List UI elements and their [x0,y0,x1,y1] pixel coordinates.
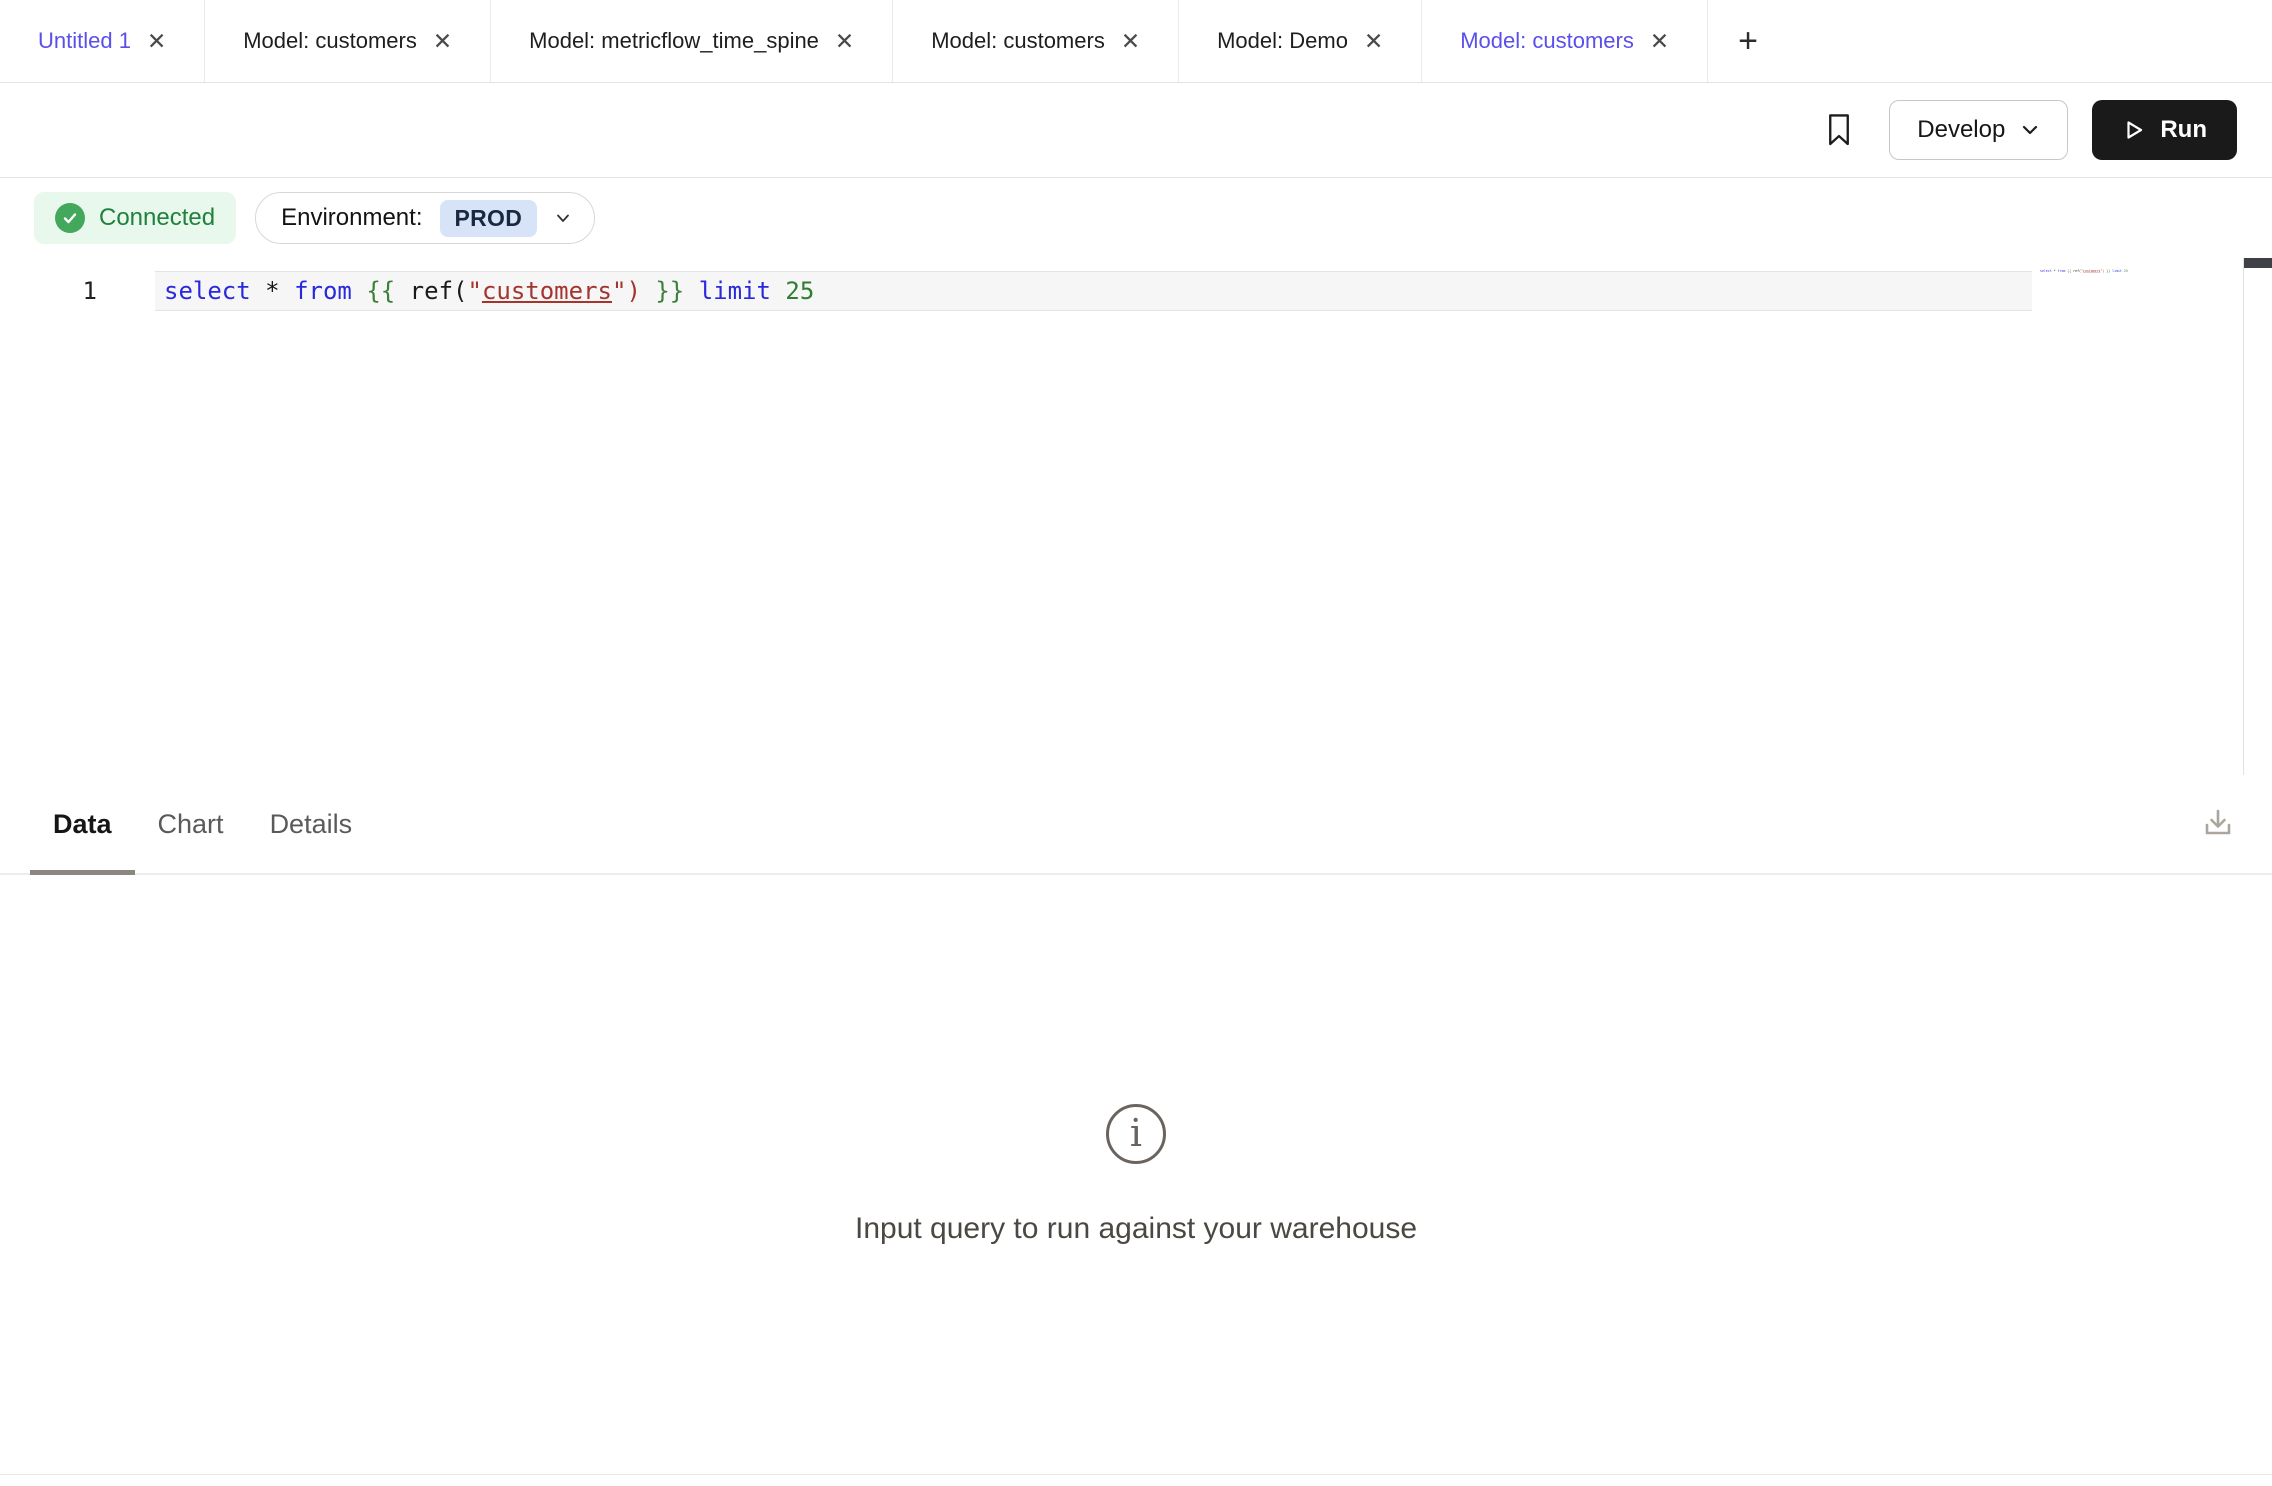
tab-untitled-1[interactable]: Untitled 1 ✕ [0,0,205,82]
tab-model-demo[interactable]: Model: Demo ✕ [1179,0,1422,82]
bookmark-button[interactable] [1825,112,1853,148]
tab-data[interactable]: Data [30,775,135,873]
tab-label: Model: customers [243,28,417,54]
tab-label: Model: metricflow_time_spine [529,28,819,54]
code-token: {{ [366,277,409,305]
tab-model-customers-2[interactable]: Model: customers ✕ [893,0,1179,82]
close-icon[interactable]: ✕ [1121,30,1140,53]
editor-scrollbar-thumb[interactable] [2244,258,2272,268]
code-token: limit [699,277,786,305]
editor-scrollbar[interactable] [2243,258,2272,775]
close-icon[interactable]: ✕ [1364,30,1383,53]
download-icon [2198,804,2238,844]
code-token: ref [410,277,453,305]
code-token: 25 [785,277,814,305]
results-tab-bar: Data Chart Details [0,775,2272,875]
tab-label: Model: customers [931,28,1105,54]
tab-data-label: Data [53,809,112,840]
run-button[interactable]: Run [2092,100,2237,160]
code-token: " [467,277,481,305]
connection-status-row: Connected Environment: PROD [0,178,2272,258]
empty-state-message: Input query to run against your warehous… [855,1212,1417,1246]
tab-label: Model: Demo [1217,28,1348,54]
code-token: from [294,277,366,305]
code-token: }} [655,277,698,305]
code-token: * [265,277,294,305]
tab-chart[interactable]: Chart [135,775,247,873]
info-icon: i [1106,1104,1166,1164]
environment-selector[interactable]: Environment: PROD [255,192,595,244]
tab-model-customers-1[interactable]: Model: customers ✕ [205,0,491,82]
run-button-label: Run [2160,116,2207,144]
close-icon[interactable]: ✕ [1650,30,1669,53]
plus-icon: + [1738,22,1758,61]
environment-label: Environment: [281,204,422,232]
new-tab-button[interactable]: + [1708,0,1788,82]
environment-value-badge: PROD [440,200,538,237]
sql-editor[interactable]: 1 select * from {{ ref("customers") }} l… [0,258,2272,775]
code-token: ( [453,277,467,305]
code-token-ref-link[interactable]: customers [482,277,612,305]
editor-minimap: select * from {{ ref("customers") }} lim… [2040,269,2128,273]
connected-label: Connected [99,204,215,232]
editor-tab-bar: Untitled 1 ✕ Model: customers ✕ Model: m… [0,0,2272,83]
tab-details-label: Details [270,809,353,840]
code-token: " [612,277,626,305]
check-circle-icon [55,203,85,233]
close-icon[interactable]: ✕ [147,30,166,53]
code-token: ) [626,277,655,305]
develop-button[interactable]: Develop [1889,100,2068,160]
line-number: 1 [0,271,97,311]
close-icon[interactable]: ✕ [433,30,452,53]
code-line[interactable]: select * from {{ ref("customers") }} lim… [164,271,814,311]
download-results-button[interactable] [2198,804,2238,844]
code-token: select [164,277,265,305]
tab-chart-label: Chart [158,809,224,840]
chevron-down-icon [554,209,572,227]
tab-details[interactable]: Details [247,775,376,873]
play-icon [2122,118,2146,142]
close-icon[interactable]: ✕ [835,30,854,53]
tab-label: Model: customers [1460,28,1634,54]
results-empty-state: i Input query to run against your wareho… [0,875,2272,1474]
develop-button-label: Develop [1917,116,2005,144]
connected-badge: Connected [34,192,236,244]
bottom-divider [0,1474,2272,1486]
tab-label: Untitled 1 [38,28,131,54]
tab-model-customers-3[interactable]: Model: customers ✕ [1422,0,1708,82]
chevron-down-icon [2020,120,2040,140]
tab-model-metricflow-time-spine[interactable]: Model: metricflow_time_spine ✕ [491,0,893,82]
bookmark-icon [1825,112,1853,148]
toolbar: Develop Run [0,83,2272,178]
